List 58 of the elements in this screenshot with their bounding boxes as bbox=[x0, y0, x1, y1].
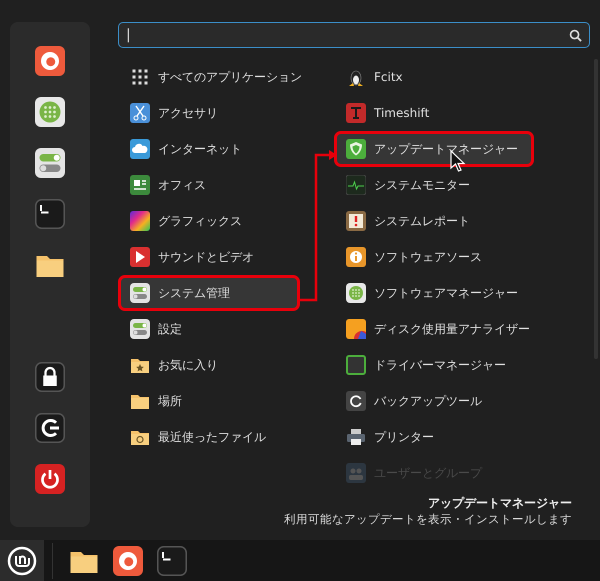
category-item[interactable]: 場所 bbox=[118, 383, 300, 419]
app-grid-icon bbox=[35, 97, 65, 127]
favorite-launcher[interactable] bbox=[35, 148, 65, 178]
users-icon bbox=[346, 463, 366, 483]
terminal-icon bbox=[35, 199, 65, 229]
category-item[interactable]: インターネット bbox=[118, 131, 300, 167]
favorite-launcher[interactable] bbox=[35, 362, 65, 392]
app-item[interactable]: システムレポート bbox=[334, 203, 534, 239]
app-description-text: 利用可能なアップデートを表示・インストールします bbox=[284, 512, 572, 527]
logout-icon bbox=[35, 413, 65, 443]
favorite-launcher[interactable] bbox=[35, 413, 65, 443]
search-input-text: | bbox=[126, 27, 131, 43]
app-grid-icon bbox=[346, 283, 366, 303]
document-icon bbox=[130, 175, 150, 195]
app-item[interactable]: ソフトウェアソース bbox=[334, 239, 534, 275]
color-palette-icon bbox=[130, 211, 150, 231]
app-item[interactable]: システムモニター bbox=[334, 167, 534, 203]
category-item[interactable]: サウンドとビデオ bbox=[118, 239, 300, 275]
power-icon bbox=[35, 464, 65, 494]
category-item[interactable]: すべてのアプリケーション bbox=[118, 59, 314, 95]
pulse-monitor-icon bbox=[346, 175, 366, 195]
category-item[interactable]: 最近使ったファイル bbox=[118, 419, 300, 455]
category-item[interactable]: お気に入り bbox=[118, 347, 300, 383]
app-item[interactable]: バックアップツール bbox=[334, 383, 534, 419]
favorite-launcher[interactable] bbox=[35, 199, 65, 229]
mint-logo-icon bbox=[7, 546, 37, 576]
info-icon bbox=[346, 247, 366, 267]
app-item[interactable]: ディスク使用量アナライザー bbox=[334, 311, 542, 347]
menu-button[interactable] bbox=[0, 540, 44, 581]
search-field[interactable]: | bbox=[118, 22, 590, 48]
category-item[interactable]: グラフィックス bbox=[118, 203, 300, 239]
report-icon bbox=[346, 211, 366, 231]
taskbar-launcher[interactable] bbox=[157, 546, 187, 576]
app-item[interactable]: ドライバーマネージャー bbox=[334, 347, 534, 383]
category-item[interactable]: 設定 bbox=[118, 311, 300, 347]
cloud-icon bbox=[130, 139, 150, 159]
scissors-icon bbox=[130, 103, 150, 123]
shield-icon bbox=[346, 139, 366, 159]
toggles-icon bbox=[35, 148, 65, 178]
play-icon bbox=[130, 247, 150, 267]
toggles-icon bbox=[130, 319, 150, 339]
category-item[interactable]: オフィス bbox=[118, 167, 300, 203]
category-item[interactable]: アクセサリ bbox=[118, 95, 300, 131]
grid-icon bbox=[130, 67, 150, 87]
app-description-title: アップデートマネージャー bbox=[428, 495, 572, 512]
app-item[interactable]: ソフトウェアマネージャー bbox=[334, 275, 534, 311]
lock-icon bbox=[35, 362, 65, 392]
terminal-icon bbox=[157, 546, 187, 576]
app-item[interactable]: Fcitx bbox=[334, 59, 534, 95]
search-icon bbox=[569, 28, 582, 42]
app-item[interactable]: プリンター bbox=[334, 419, 534, 455]
favorite-launcher[interactable] bbox=[35, 97, 65, 127]
pie-chart-icon bbox=[346, 319, 366, 339]
toggles-icon bbox=[130, 283, 150, 303]
app-item[interactable]: Timeshift bbox=[334, 95, 534, 131]
favorite-launcher[interactable] bbox=[35, 464, 65, 494]
category-item[interactable]: システム管理 bbox=[118, 275, 300, 311]
printer-icon bbox=[346, 427, 366, 447]
